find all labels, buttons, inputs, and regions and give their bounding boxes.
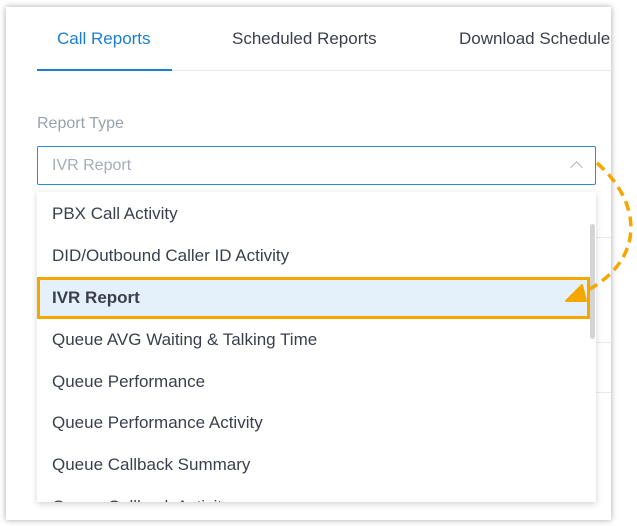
active-tab-indicator bbox=[37, 69, 172, 71]
tab-scheduled-reports[interactable]: Scheduled Reports bbox=[232, 29, 377, 49]
divider bbox=[596, 392, 611, 393]
report-type-dropdown: PBX Call Activity DID/Outbound Caller ID… bbox=[37, 192, 596, 502]
arrow-annotation-icon bbox=[565, 161, 633, 302]
report-type-value: IVR Report bbox=[52, 157, 132, 174]
divider bbox=[596, 342, 611, 343]
option-queue-performance[interactable]: Queue Performance bbox=[37, 361, 590, 403]
option-queue-callback-summary[interactable]: Queue Callback Summary bbox=[37, 444, 590, 486]
option-pbx-call-activity[interactable]: PBX Call Activity bbox=[37, 193, 590, 235]
option-queue-performance-activity[interactable]: Queue Performance Activity bbox=[37, 402, 590, 444]
report-type-label: Report Type bbox=[37, 115, 124, 132]
reports-panel: Call Reports Scheduled Reports Download … bbox=[6, 7, 611, 520]
report-type-select[interactable]: IVR Report bbox=[37, 146, 596, 185]
tab-call-reports[interactable]: Call Reports bbox=[57, 29, 151, 49]
option-ivr-report[interactable]: IVR Report bbox=[37, 277, 590, 319]
option-did-outbound-caller-id-activity[interactable]: DID/Outbound Caller ID Activity bbox=[37, 235, 590, 277]
option-queue-callback-activity[interactable]: Queue Callback Activity bbox=[37, 486, 590, 502]
option-queue-avg-waiting-talking-time[interactable]: Queue AVG Waiting & Talking Time bbox=[37, 319, 590, 361]
tab-download-schedule[interactable]: Download Schedule bbox=[459, 29, 610, 49]
